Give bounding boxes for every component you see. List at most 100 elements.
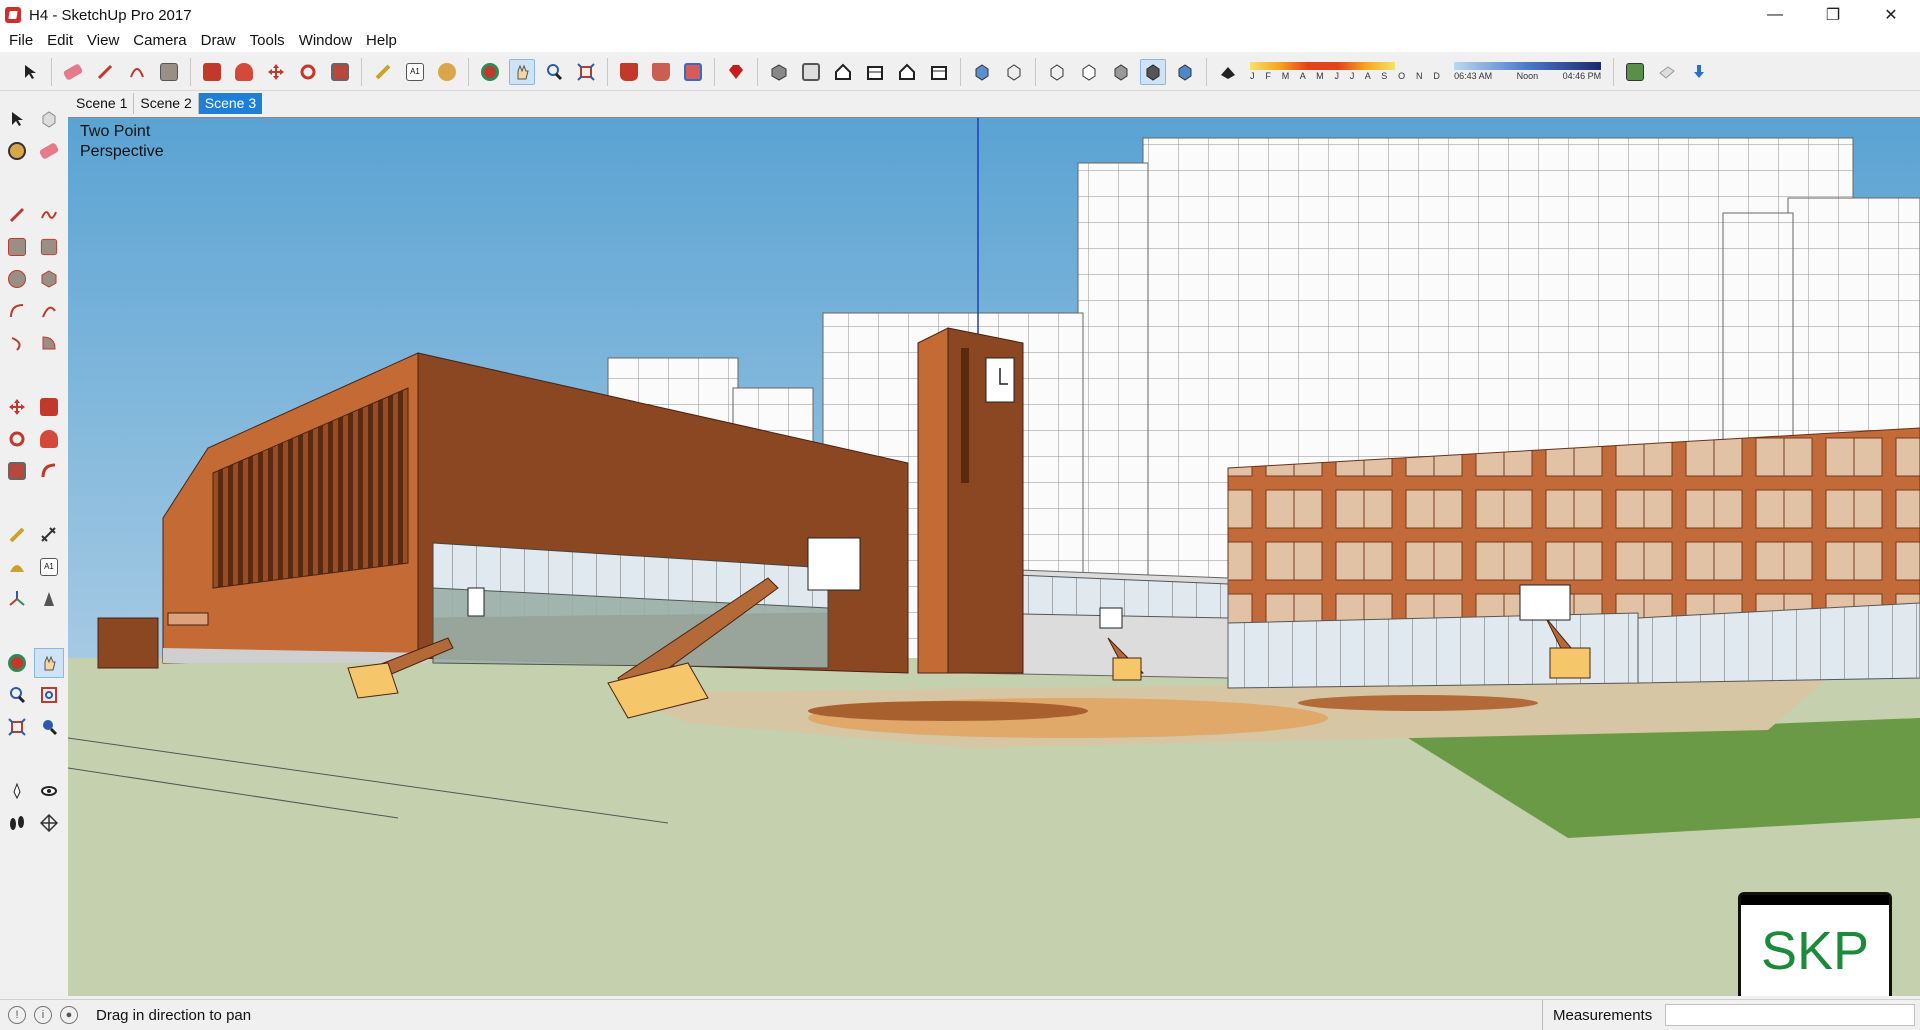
- menu-window[interactable]: Window: [292, 30, 359, 52]
- push-pull-icon[interactable]: [199, 59, 225, 85]
- right-view-icon[interactable]: [862, 59, 888, 85]
- tape-measure-icon[interactable]: [2, 520, 32, 550]
- scale-icon[interactable]: [2, 456, 32, 486]
- push-pull-icon[interactable]: [34, 392, 64, 422]
- zoom-extents-icon[interactable]: [2, 712, 32, 742]
- follow-me-icon[interactable]: [34, 424, 64, 454]
- extension-icon[interactable]: [648, 59, 674, 85]
- three-point-arc-icon[interactable]: [2, 328, 32, 358]
- scale-icon[interactable]: [327, 59, 353, 85]
- section-plane-icon[interactable]: [34, 808, 64, 838]
- restore-button[interactable]: ❐: [1804, 0, 1862, 30]
- eraser-icon[interactable]: [60, 59, 86, 85]
- look-around-icon[interactable]: [34, 776, 64, 806]
- shaded-icon[interactable]: [1108, 59, 1134, 85]
- line-icon[interactable]: [92, 59, 118, 85]
- tab-scene-1[interactable]: Scene 1: [70, 92, 135, 114]
- zoom-extents-icon[interactable]: [573, 59, 599, 85]
- select-icon[interactable]: [17, 59, 43, 85]
- measurements-input[interactable]: [1665, 1004, 1915, 1026]
- toolbar-divider: [190, 57, 191, 86]
- back-edges-icon[interactable]: [1001, 59, 1027, 85]
- close-button[interactable]: ✕: [1862, 0, 1920, 30]
- freehand-icon[interactable]: [34, 200, 64, 230]
- 3d-text-icon[interactable]: [34, 584, 64, 614]
- orbit-icon[interactable]: [2, 648, 32, 678]
- warehouse-icon[interactable]: [616, 59, 642, 85]
- front-view-icon[interactable]: [830, 59, 856, 85]
- rotate-icon[interactable]: [2, 424, 32, 454]
- pan-icon[interactable]: [509, 58, 535, 85]
- add-location-icon[interactable]: [1622, 59, 1648, 85]
- shadows-toggle-icon[interactable]: [1215, 59, 1241, 85]
- geo-location-icon[interactable]: !: [8, 1006, 26, 1024]
- geo-import-icon[interactable]: [1686, 59, 1712, 85]
- eraser-icon[interactable]: [34, 136, 64, 166]
- paint-bucket-icon[interactable]: [2, 136, 32, 166]
- zoom-icon[interactable]: [2, 680, 32, 710]
- shadow-time-track[interactable]: [1454, 62, 1602, 70]
- camera-mode-line1: Two Point: [80, 123, 151, 140]
- dimension-icon[interactable]: [34, 520, 64, 550]
- paint-bucket-icon[interactable]: [434, 59, 460, 85]
- ruby-icon[interactable]: [723, 59, 749, 85]
- minimize-button[interactable]: —: [1746, 0, 1804, 30]
- orbit-icon[interactable]: [477, 59, 503, 85]
- rectangle-icon[interactable]: [156, 59, 182, 85]
- menu-view[interactable]: View: [80, 30, 126, 52]
- circle-icon[interactable]: [2, 264, 32, 294]
- text-icon[interactable]: A1: [34, 552, 64, 582]
- pan-icon[interactable]: [34, 648, 64, 678]
- rotate-icon[interactable]: [295, 59, 321, 85]
- polygon-icon[interactable]: [34, 264, 64, 294]
- skp-logo-text: SKP: [1760, 921, 1870, 981]
- line-icon[interactable]: [2, 200, 32, 230]
- monochrome-icon[interactable]: [1172, 59, 1198, 85]
- shaded-textures-icon[interactable]: [1140, 58, 1166, 85]
- make-component-icon[interactable]: [34, 104, 64, 134]
- move-icon[interactable]: [263, 59, 289, 85]
- xray-icon[interactable]: [969, 59, 995, 85]
- menu-camera[interactable]: Camera: [126, 30, 193, 52]
- photo-texture-icon[interactable]: [1654, 59, 1680, 85]
- arc-icon[interactable]: [124, 59, 150, 85]
- model-viewport[interactable]: Two Point Perspective SKP: [68, 117, 1920, 996]
- position-camera-icon[interactable]: [2, 776, 32, 806]
- two-point-arc-icon[interactable]: [34, 296, 64, 326]
- send-to-layout-icon[interactable]: [680, 59, 706, 85]
- shadow-date-slider[interactable]: J F M A M J J A S O N D: [1250, 62, 1444, 81]
- protractor-icon[interactable]: [2, 552, 32, 582]
- shadow-date-track[interactable]: [1250, 62, 1395, 70]
- tab-scene-3[interactable]: Scene 3: [198, 92, 263, 114]
- offset-icon[interactable]: [34, 456, 64, 486]
- move-icon[interactable]: [2, 392, 32, 422]
- walk-icon[interactable]: [2, 808, 32, 838]
- follow-me-icon[interactable]: [231, 59, 257, 85]
- hidden-line-icon[interactable]: [1076, 59, 1102, 85]
- menu-help[interactable]: Help: [359, 30, 404, 52]
- arc-icon[interactable]: [2, 296, 32, 326]
- tab-scene-2[interactable]: Scene 2: [134, 92, 199, 114]
- shadow-time-slider[interactable]: 06:43 AM Noon 04:46 PM: [1454, 62, 1602, 81]
- rectangle-icon[interactable]: [2, 232, 32, 262]
- menu-tools[interactable]: Tools: [243, 30, 292, 52]
- left-view-icon[interactable]: [926, 59, 952, 85]
- menu-file[interactable]: File: [2, 30, 40, 52]
- select-icon[interactable]: [2, 104, 32, 134]
- tape-measure-icon[interactable]: [370, 59, 396, 85]
- rotated-rectangle-icon[interactable]: [34, 232, 64, 262]
- menu-edit[interactable]: Edit: [40, 30, 80, 52]
- credits-icon[interactable]: i: [34, 1006, 52, 1024]
- zoom-window-icon[interactable]: [34, 680, 64, 710]
- wireframe-icon[interactable]: [1044, 59, 1070, 85]
- zoom-icon[interactable]: [541, 59, 567, 85]
- iso-view-icon[interactable]: [766, 59, 792, 85]
- pie-icon[interactable]: [34, 328, 64, 358]
- top-view-icon[interactable]: [798, 59, 824, 85]
- user-icon[interactable]: ●: [60, 1006, 78, 1024]
- back-view-icon[interactable]: [894, 59, 920, 85]
- text-icon[interactable]: A1: [402, 59, 428, 85]
- axes-icon[interactable]: [2, 584, 32, 614]
- previous-view-icon[interactable]: [34, 712, 64, 742]
- menu-draw[interactable]: Draw: [194, 30, 243, 52]
